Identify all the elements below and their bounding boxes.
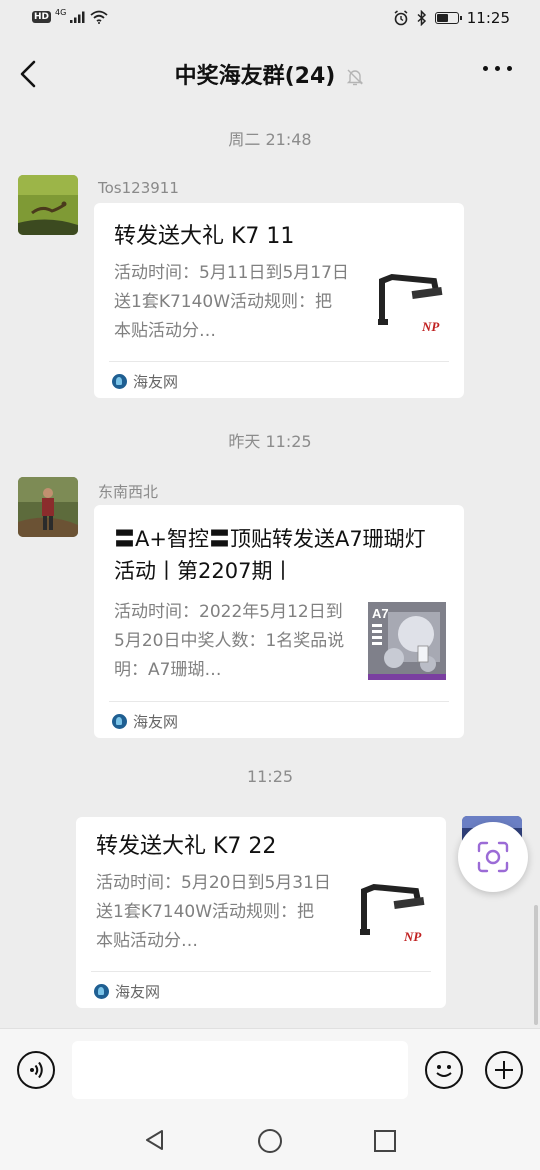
card-source: 海友网: [112, 371, 178, 392]
message-input[interactable]: [72, 1041, 408, 1099]
status-left: HD 4G: [32, 7, 108, 24]
card-divider: [109, 361, 449, 362]
chat-input-bar: [0, 1028, 540, 1111]
nav-home-icon[interactable]: [257, 1128, 283, 1154]
card-source-label: 海友网: [133, 713, 179, 731]
chat-title-wrap: 中奖海友群(24): [0, 58, 540, 90]
source-logo-icon: [94, 984, 109, 999]
more-button[interactable]: [483, 66, 512, 71]
sender-name: Tos123911: [98, 179, 179, 197]
nav-recent-icon[interactable]: [373, 1129, 397, 1153]
sender-name: 东南西北: [98, 483, 159, 501]
plus-icon: [495, 1061, 513, 1079]
message-timestamp: 11:25: [246, 767, 294, 786]
a7-light-product-image: A7: [368, 602, 446, 680]
card-description: 活动时间：5月11日到5月17日送1套K7140W活动规则：把本贴活动分…: [114, 263, 349, 341]
emoji-button[interactable]: [425, 1051, 463, 1089]
voice-icon: [30, 1061, 43, 1079]
status-time: 11:25: [466, 9, 510, 27]
hd-badge: HD: [32, 11, 52, 23]
card-divider: [91, 971, 431, 972]
card-source-label: 海友网: [133, 373, 179, 391]
signal-icon: [70, 11, 85, 23]
lamp-product-image: NP: [354, 877, 432, 955]
scrollbar[interactable]: [534, 905, 538, 1025]
battery-icon: [434, 12, 462, 24]
system-nav-bar: [0, 1110, 540, 1170]
plus-button[interactable]: [485, 1051, 523, 1089]
scan-lens-icon: [477, 841, 509, 873]
status-right: 11:25: [393, 9, 510, 27]
card-source-label: 海友网: [115, 983, 161, 1001]
lamp-product-image: NP: [372, 267, 450, 345]
link-card[interactable]: 转发送大礼 K7 11 活动时间：5月11日到5月17日送1套K7140W活动规…: [94, 203, 464, 398]
card-thumbnail-label: NP: [421, 319, 440, 334]
message-timestamp: 周二 21:48: [228, 130, 312, 149]
card-title: 转发送大礼 K7 22: [96, 834, 277, 859]
card-thumbnail: NP: [372, 267, 450, 345]
more-icon-dot: [507, 66, 512, 71]
avatar-lizard-image: [18, 175, 78, 235]
emoji-icon: [436, 1065, 452, 1077]
mute-bell-icon: [347, 69, 364, 86]
more-icon: [483, 66, 488, 71]
card-thumbnail: A7: [368, 602, 446, 680]
card-description: 活动时间：5月20日到5月31日送1套K7140W活动规则：把本贴活动分…: [96, 873, 331, 951]
card-thumbnail: NP: [354, 877, 432, 955]
avatar-person-image: [18, 477, 78, 537]
chat-title: 中奖海友群(24): [174, 64, 336, 89]
voice-button[interactable]: [17, 1051, 55, 1089]
chat-header: 中奖海友群(24): [0, 38, 540, 110]
link-card[interactable]: 转发送大礼 K7 22 活动时间：5月20日到5月31日送1套K7140W活动规…: [76, 817, 446, 1008]
scan-lens-button[interactable]: [458, 822, 528, 892]
bluetooth-icon: [417, 10, 426, 26]
alarm-icon: [394, 10, 408, 26]
avatar[interactable]: [18, 175, 78, 235]
nav-back-icon[interactable]: [143, 1128, 167, 1152]
avatar[interactable]: [18, 477, 78, 537]
link-card[interactable]: 〓A+智控〓顶贴转发送A7珊瑚灯活动丨第2207期丨 活动时间：2022年5月1…: [94, 505, 464, 738]
card-thumbnail-label: A7: [372, 606, 389, 621]
wifi-icon: [90, 10, 108, 24]
message-timestamp: 昨天 11:25: [228, 432, 312, 451]
card-description: 活动时间：2022年5月12日到5月20日中奖人数：1名奖品说明：A7珊瑚…: [114, 602, 345, 680]
source-logo-icon: [112, 714, 127, 729]
more-icon-dot: [495, 66, 500, 71]
status-bar: HD 4G 11:25: [0, 0, 540, 38]
network-type: 4G: [55, 7, 67, 17]
source-logo-icon: [112, 374, 127, 389]
card-title: 〓A+智控〓顶贴转发送A7珊瑚灯活动丨第2207期丨: [114, 527, 426, 583]
card-source: 海友网: [94, 981, 160, 1002]
card-thumbnail-label: NP: [403, 929, 422, 944]
card-title: 转发送大礼 K7 11: [114, 224, 295, 249]
card-divider: [109, 701, 449, 702]
card-source: 海友网: [112, 711, 178, 732]
